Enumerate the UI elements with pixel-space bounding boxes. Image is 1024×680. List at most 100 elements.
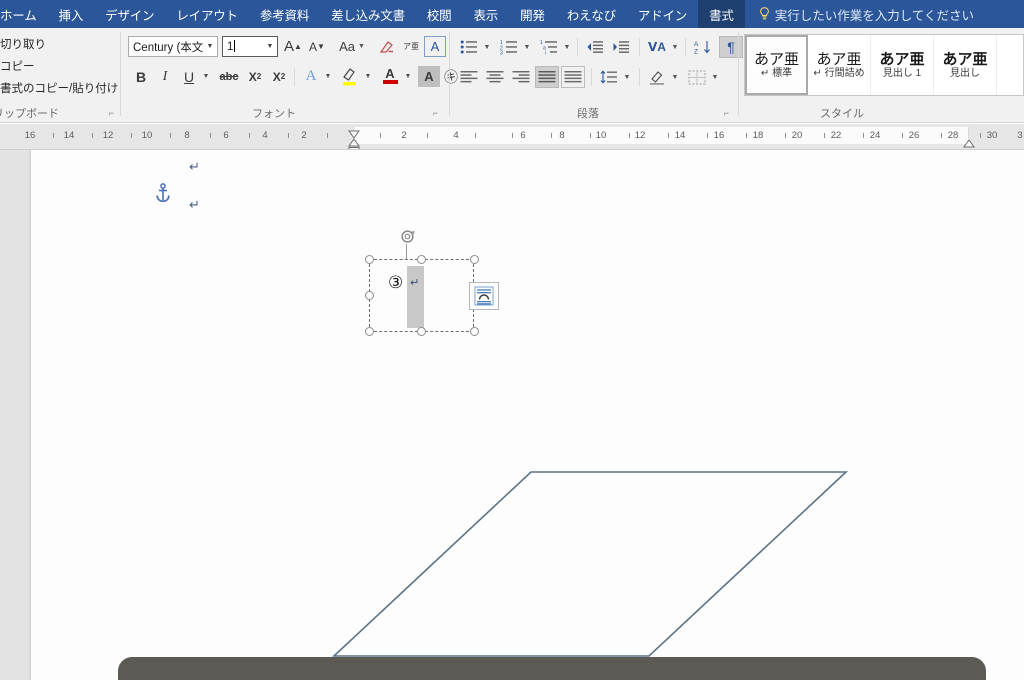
tab-view[interactable]: 表示 bbox=[462, 0, 509, 28]
character-border-button[interactable]: A bbox=[424, 36, 446, 57]
tab-waenabi[interactable]: わえなび bbox=[556, 0, 627, 28]
align-left-button[interactable] bbox=[457, 66, 481, 88]
right-indent-marker[interactable] bbox=[963, 135, 975, 149]
tell-me-box[interactable]: 実行したい作業を入力してください bbox=[744, 0, 982, 28]
cut-button[interactable]: 切り取り bbox=[0, 36, 46, 52]
resize-handle-se[interactable] bbox=[470, 327, 479, 336]
anchor-icon bbox=[155, 183, 171, 208]
tab-references[interactable]: 参考資料 bbox=[249, 0, 320, 28]
numbering-dropdown[interactable]: ▼ bbox=[521, 36, 533, 58]
font-dialog-launcher[interactable]: ⌐ bbox=[430, 108, 441, 119]
document-page[interactable]: ↵ ↵ ③ ↵ bbox=[30, 150, 1024, 680]
phonetic-guide-button[interactable]: ア亜 bbox=[400, 36, 422, 57]
grow-font-button[interactable]: A ▲ bbox=[282, 36, 304, 57]
shrink-font-label: A bbox=[309, 39, 318, 54]
character-shading-button[interactable]: A bbox=[418, 66, 440, 87]
tab-design[interactable]: デザイン bbox=[94, 0, 165, 28]
asian-layout-button[interactable]: ᐯA bbox=[645, 36, 669, 58]
parallelogram-shape[interactable] bbox=[331, 470, 851, 665]
strikethrough-button[interactable]: abc bbox=[216, 66, 242, 87]
tab-layout[interactable]: レイアウト bbox=[165, 0, 249, 28]
bullets-dropdown[interactable]: ▼ bbox=[481, 36, 493, 58]
format-painter-button[interactable]: 書式のコピー/貼り付け bbox=[0, 80, 118, 96]
phonetic-guide-label: ア亜 bbox=[403, 41, 419, 51]
bullets-button[interactable] bbox=[457, 36, 481, 58]
style-item-heading2[interactable]: あア亜 見出し bbox=[934, 35, 997, 95]
copy-button[interactable]: コピー bbox=[0, 58, 35, 74]
document-canvas[interactable]: ↵ ↵ ③ ↵ bbox=[0, 150, 1024, 680]
textbox-selection-group[interactable]: ③ ↵ bbox=[339, 228, 479, 336]
ruler-minor-tick bbox=[288, 133, 289, 138]
text-highlight-button[interactable] bbox=[338, 64, 362, 88]
superscript-button[interactable]: X2 bbox=[268, 66, 290, 87]
left-indent-marker[interactable] bbox=[348, 141, 360, 149]
tab-developer[interactable]: 開発 bbox=[509, 0, 556, 28]
tab-insert[interactable]: 挿入 bbox=[48, 0, 95, 28]
style-item-normal[interactable]: あア亜 ↵ 標準 bbox=[745, 35, 808, 95]
style-name-2: 見出し 1 bbox=[882, 67, 922, 79]
line-spacing-chevron-down-icon: ▼ bbox=[623, 73, 631, 81]
sort-button[interactable]: AZ bbox=[691, 36, 715, 58]
font-size-combo[interactable]: 1 ▼ bbox=[222, 36, 278, 57]
ruler-minor-tick bbox=[53, 133, 54, 138]
paragraph-dialog-launcher[interactable]: ⌐ bbox=[721, 108, 732, 119]
rotate-handle-icon[interactable] bbox=[399, 228, 416, 250]
align-right-button[interactable] bbox=[509, 66, 533, 88]
show-formatting-marks-button[interactable]: ¶ bbox=[719, 36, 743, 58]
text-effects-button[interactable]: A bbox=[300, 66, 322, 87]
style-item-no-spacing[interactable]: あア亜 ↵ 行間詰め bbox=[808, 35, 871, 95]
resize-handle-n[interactable] bbox=[417, 255, 426, 264]
font-color-button[interactable]: A bbox=[378, 64, 402, 88]
line-spacing-button[interactable] bbox=[597, 66, 621, 88]
font-color-dropdown[interactable]: ▼ bbox=[402, 66, 414, 87]
clear-formatting-button[interactable] bbox=[376, 36, 398, 57]
font-name-combo[interactable]: Century (本文 ▼ bbox=[128, 36, 218, 57]
text-effects-dropdown[interactable]: ▼ bbox=[322, 66, 334, 87]
caption-overlay: 文字の効果を適用するときは必ず 改行の記号（段落記号）を1ptにしておく bbox=[118, 657, 986, 680]
tab-home[interactable]: ホーム bbox=[0, 0, 48, 28]
underline-button[interactable]: U bbox=[178, 66, 200, 87]
layout-options-button[interactable] bbox=[469, 282, 499, 310]
borders-button[interactable] bbox=[685, 66, 709, 88]
resize-handle-ne[interactable] bbox=[470, 255, 479, 264]
borders-dropdown[interactable]: ▼ bbox=[709, 66, 721, 88]
styles-gallery[interactable]: あア亜 ↵ 標準 あア亜 ↵ 行間詰め あア亜 見出し 1 あア亜 見出し bbox=[744, 34, 1024, 96]
shrink-font-button[interactable]: A ▼ bbox=[306, 36, 328, 57]
ribbon-tab-bar: ホーム 挿入 デザイン レイアウト 参考資料 差し込み文書 校閲 表示 開発 わ… bbox=[0, 0, 1024, 28]
ruler-tick: 8 bbox=[184, 130, 190, 141]
distributed-button[interactable] bbox=[561, 66, 585, 88]
increase-indent-button[interactable] bbox=[609, 36, 633, 58]
clipboard-dialog-launcher[interactable]: ⌐ bbox=[106, 108, 117, 119]
italic-button[interactable]: I bbox=[154, 66, 176, 87]
tab-format[interactable]: 書式 bbox=[698, 0, 745, 28]
tab-mailings[interactable]: 差し込み文書 bbox=[320, 0, 416, 28]
multilevel-list-button[interactable]: 1ai bbox=[537, 36, 561, 58]
font-name-chevron-down-icon[interactable]: ▼ bbox=[203, 43, 217, 50]
strikethrough-label: abc bbox=[219, 70, 239, 83]
change-case-button[interactable]: Aa ▼ bbox=[336, 36, 368, 57]
resize-handle-sw[interactable] bbox=[365, 327, 374, 336]
justify-button[interactable] bbox=[535, 66, 559, 88]
resize-handle-s[interactable] bbox=[417, 327, 426, 336]
horizontal-ruler[interactable]: 16 14 12 10 8 6 4 2 2 4 6 8 10 12 14 16 … bbox=[0, 124, 1024, 150]
ruler-minor-tick bbox=[785, 133, 786, 138]
shading-dropdown[interactable]: ▼ bbox=[669, 66, 681, 88]
resize-handle-w[interactable] bbox=[365, 291, 374, 300]
numbering-button[interactable]: 123 bbox=[497, 36, 521, 58]
subscript-button[interactable]: X2 bbox=[244, 66, 266, 87]
underline-style-dropdown[interactable]: ▼ bbox=[200, 66, 212, 87]
change-case-chevron-down-icon[interactable]: ▼ bbox=[358, 43, 365, 50]
shading-button[interactable] bbox=[645, 66, 669, 88]
line-spacing-dropdown[interactable]: ▼ bbox=[621, 66, 633, 88]
multilevel-list-dropdown[interactable]: ▼ bbox=[561, 36, 573, 58]
bold-button[interactable]: B bbox=[130, 66, 152, 87]
tab-review[interactable]: 校閲 bbox=[416, 0, 463, 28]
tab-addins[interactable]: アドイン bbox=[627, 0, 698, 28]
font-size-chevron-down-icon[interactable]: ▼ bbox=[263, 43, 277, 50]
style-item-heading1[interactable]: あア亜 見出し 1 bbox=[871, 35, 934, 95]
resize-handle-nw[interactable] bbox=[365, 255, 374, 264]
asian-layout-dropdown[interactable]: ▼ bbox=[669, 36, 681, 58]
decrease-indent-button[interactable] bbox=[583, 36, 607, 58]
center-button[interactable] bbox=[483, 66, 507, 88]
text-highlight-dropdown[interactable]: ▼ bbox=[362, 66, 374, 87]
